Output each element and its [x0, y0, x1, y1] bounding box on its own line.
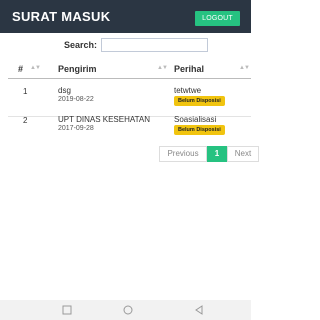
letter-subject: tetwtwe — [174, 86, 202, 95]
letter-subject: Soasialisasi — [174, 115, 217, 124]
pagination: Previous 1 Next — [159, 146, 259, 162]
next-page-button[interactable]: Next — [227, 146, 259, 162]
row-number: 2 — [23, 116, 28, 125]
status-badge: Belum Disposisi — [174, 96, 225, 106]
back-icon[interactable] — [193, 305, 205, 315]
column-header-number[interactable]: # — [18, 64, 23, 74]
sort-icon[interactable]: ▲▼ — [30, 65, 41, 71]
previous-page-button[interactable]: Previous — [159, 146, 207, 162]
table-header: # ▲▼ Pengirim ▲▼ Perihal ▲▼ — [8, 58, 251, 79]
home-icon[interactable] — [122, 305, 134, 315]
sender-name: dsg — [58, 86, 71, 95]
recent-apps-icon[interactable] — [61, 305, 73, 315]
search-row: Search: — [0, 38, 251, 54]
row-number: 1 — [23, 87, 28, 96]
letter-date: 2017-09-28 — [58, 125, 94, 132]
sort-icon[interactable]: ▲▼ — [239, 65, 250, 71]
status-badge: Belum Disposisi — [174, 125, 225, 135]
search-input[interactable] — [101, 38, 208, 52]
table-row[interactable]: 2 UPT DINAS KESEHATAN 2017-09-28 Soasial… — [8, 110, 251, 140]
search-label: Search: — [64, 40, 98, 50]
column-header-perihal[interactable]: Perihal — [174, 64, 204, 74]
page-1-button[interactable]: 1 — [207, 146, 227, 162]
sort-icon[interactable]: ▲▼ — [157, 65, 168, 71]
sender-name: UPT DINAS KESEHATAN — [58, 115, 151, 124]
logout-button[interactable]: LOGOUT — [195, 11, 240, 26]
letter-date: 2019-08-22 — [58, 96, 94, 103]
android-nav-bar — [0, 300, 251, 320]
page-title: SURAT MASUK — [12, 9, 111, 24]
column-header-pengirim[interactable]: Pengirim — [58, 64, 97, 74]
top-bar: SURAT MASUK LOGOUT — [0, 0, 251, 33]
